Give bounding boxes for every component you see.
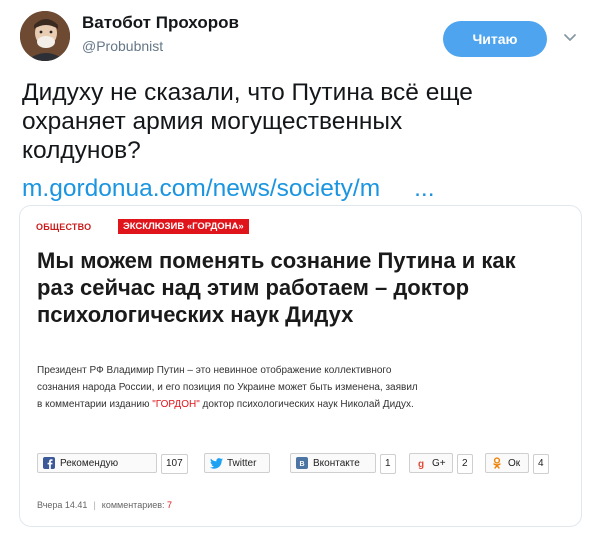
- twitter-share-label: Twitter: [227, 457, 257, 469]
- article-headline[interactable]: Мы можем поменять сознание Путина и как …: [37, 247, 567, 328]
- odnoklassniki-share-button[interactable]: Ок 4: [485, 453, 549, 474]
- facebook-share-label: Рекомендую: [60, 457, 119, 469]
- tweet-text-line: охраняет армия могущественных: [22, 108, 403, 135]
- tweet-text-line: колдунов?: [22, 137, 141, 164]
- lead-line: сознания народа России, и его позиция по…: [37, 382, 418, 393]
- tweet: Ватобот Прохоров @Probubnist Читаю Дидух…: [0, 0, 600, 533]
- headline-line: психологических наук Дидух: [37, 302, 354, 327]
- google-plus-icon: g: [414, 456, 428, 470]
- lead-text: в комментарии изданию: [37, 399, 153, 410]
- svg-text:g: g: [418, 459, 424, 469]
- tweet-link[interactable]: m.gordonua.com/news/society/m...: [22, 174, 435, 203]
- google-plus-share-count: 2: [457, 454, 473, 474]
- tweet-text-line: Дидуху не сказали, что Путина всё еще: [22, 79, 473, 106]
- comments-label[interactable]: комментариев:: [102, 500, 165, 510]
- google-plus-share-button[interactable]: g G+ 2: [409, 453, 473, 474]
- odnoklassniki-share-label: Ок: [508, 457, 521, 469]
- tweet-link-text: m.gordonua.com/news/society/m: [22, 175, 381, 202]
- lead-text: доктор психологических наук Николай Диду…: [199, 399, 414, 410]
- category-tag[interactable]: ОБЩЕСТВО: [36, 222, 91, 232]
- vk-share-button[interactable]: B Вконтакте 1: [290, 453, 396, 474]
- facebook-share-count: 107: [161, 454, 188, 474]
- vk-share-count: 1: [380, 454, 396, 474]
- brand-name: "ГОРДОН": [152, 399, 200, 410]
- chevron-down-icon[interactable]: [562, 30, 578, 46]
- article-meta: Вчера 14.41 | комментариев: 7: [37, 500, 172, 510]
- google-plus-share-label: G+: [432, 457, 446, 469]
- link-preview-card[interactable]: ОБЩЕСТВО ЭКСКЛЮЗИВ «ГОРДОНА» Мы можем по…: [19, 205, 582, 527]
- follow-button[interactable]: Читаю: [443, 21, 547, 57]
- lead-line: в комментарии изданию "ГОРДОН" доктор пс…: [37, 396, 572, 413]
- vk-icon: B: [295, 456, 309, 470]
- lead-line: Президент РФ Владимир Путин – это невинн…: [37, 365, 392, 376]
- display-name[interactable]: Ватобот Прохоров: [82, 13, 239, 33]
- comments-count[interactable]: 7: [167, 500, 172, 510]
- vk-share-label: Вконтакте: [313, 457, 360, 469]
- tweet-link-ellipsis: ...: [414, 175, 435, 202]
- tweet-text: Дидуху не сказали, что Путина всё еще ох…: [22, 78, 582, 165]
- exclusive-tag[interactable]: ЭКСКЛЮЗИВ «ГОРДОНА»: [118, 219, 249, 234]
- avatar[interactable]: [20, 11, 70, 61]
- meta-separator: |: [93, 500, 96, 510]
- twitter-icon: [209, 456, 223, 470]
- article-date: Вчера 14.41: [37, 500, 88, 510]
- article-lead: Президент РФ Владимир Путин – это невинн…: [37, 362, 572, 413]
- headline-line: Мы можем поменять сознание Путина и как: [37, 248, 516, 273]
- facebook-icon: [42, 456, 56, 470]
- twitter-share-button[interactable]: Twitter: [204, 453, 270, 473]
- odnoklassniki-share-count: 4: [533, 454, 549, 474]
- headline-line: раз сейчас над этим работаем – доктор: [37, 275, 470, 300]
- facebook-share-button[interactable]: Рекомендую 107: [37, 453, 188, 474]
- screen-name[interactable]: @Probubnist: [82, 38, 163, 54]
- odnoklassniki-icon: [490, 456, 504, 470]
- svg-text:B: B: [299, 461, 304, 468]
